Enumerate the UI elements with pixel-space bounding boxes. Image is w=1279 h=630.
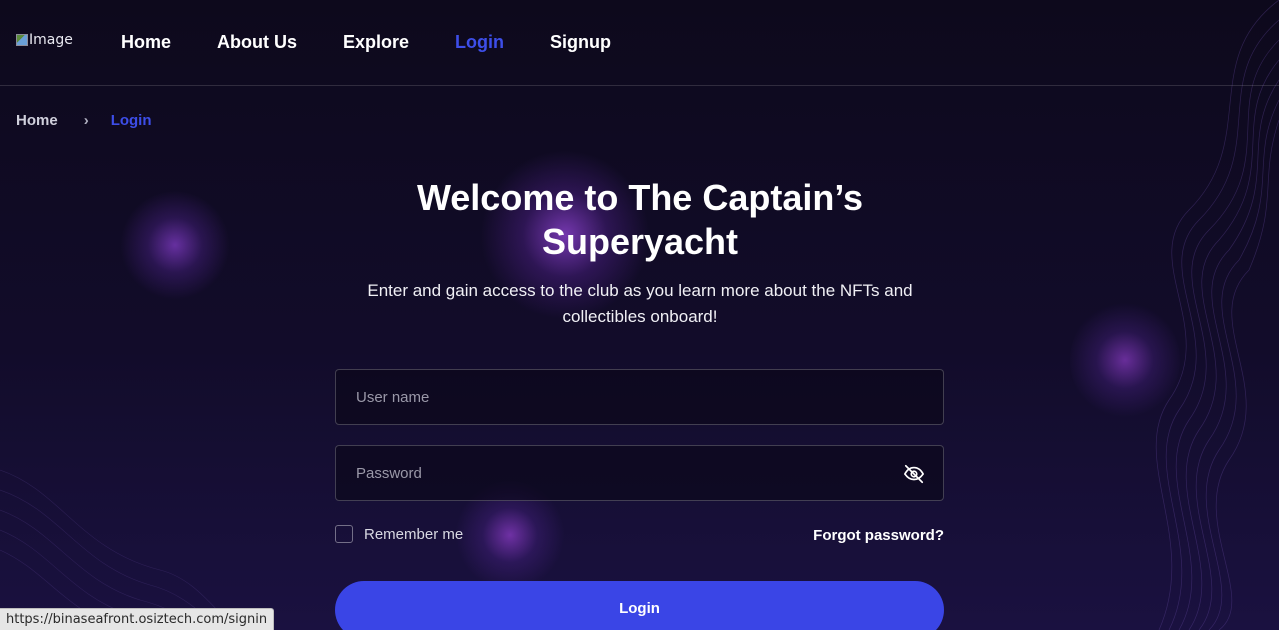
purple-glow-decoration bbox=[120, 190, 230, 300]
nav-link-about-us[interactable]: About Us bbox=[217, 30, 297, 54]
login-button-label: Login bbox=[619, 600, 660, 617]
site-logo[interactable]: Image bbox=[16, 32, 73, 48]
wave-lines-decoration bbox=[1155, 0, 1279, 630]
forgot-password-link[interactable]: Forgot password? bbox=[813, 527, 944, 544]
username-input[interactable] bbox=[336, 370, 943, 424]
remember-me[interactable]: Remember me bbox=[335, 525, 463, 543]
logo-alt-text: Image bbox=[29, 32, 73, 48]
login-page: Image Home About Us Explore Login Signup… bbox=[0, 0, 1279, 630]
password-input[interactable] bbox=[336, 446, 943, 500]
page-title: Welcome to The Captain’s Superyacht bbox=[416, 177, 864, 262]
broken-image-icon bbox=[16, 34, 28, 46]
top-navbar: Image Home About Us Explore Login Signup bbox=[0, 0, 1279, 86]
main-nav: Home About Us Explore Login Signup bbox=[121, 30, 657, 54]
nav-link-home[interactable]: Home bbox=[121, 30, 171, 54]
breadcrumb-home[interactable]: Home bbox=[16, 112, 58, 129]
nav-link-login[interactable]: Login bbox=[455, 30, 504, 54]
nav-link-explore[interactable]: Explore bbox=[343, 30, 409, 54]
username-field bbox=[335, 369, 944, 425]
nav-link-signup[interactable]: Signup bbox=[550, 30, 611, 54]
remember-label: Remember me bbox=[364, 525, 464, 543]
wave-lines-decoration bbox=[0, 469, 240, 630]
breadcrumb-current: Login bbox=[110, 112, 152, 129]
page-subtitle: Enter and gain access to the club as you… bbox=[367, 281, 913, 326]
browser-status-url: https://binaseafront.osiztech.com/signin bbox=[0, 608, 275, 630]
chevron-right-icon: › bbox=[83, 112, 89, 129]
password-field bbox=[335, 445, 944, 501]
breadcrumb: Home › Login bbox=[16, 112, 152, 129]
remember-checkbox[interactable] bbox=[335, 525, 353, 543]
eye-off-icon[interactable] bbox=[903, 463, 925, 485]
login-button[interactable]: Login bbox=[335, 581, 944, 630]
